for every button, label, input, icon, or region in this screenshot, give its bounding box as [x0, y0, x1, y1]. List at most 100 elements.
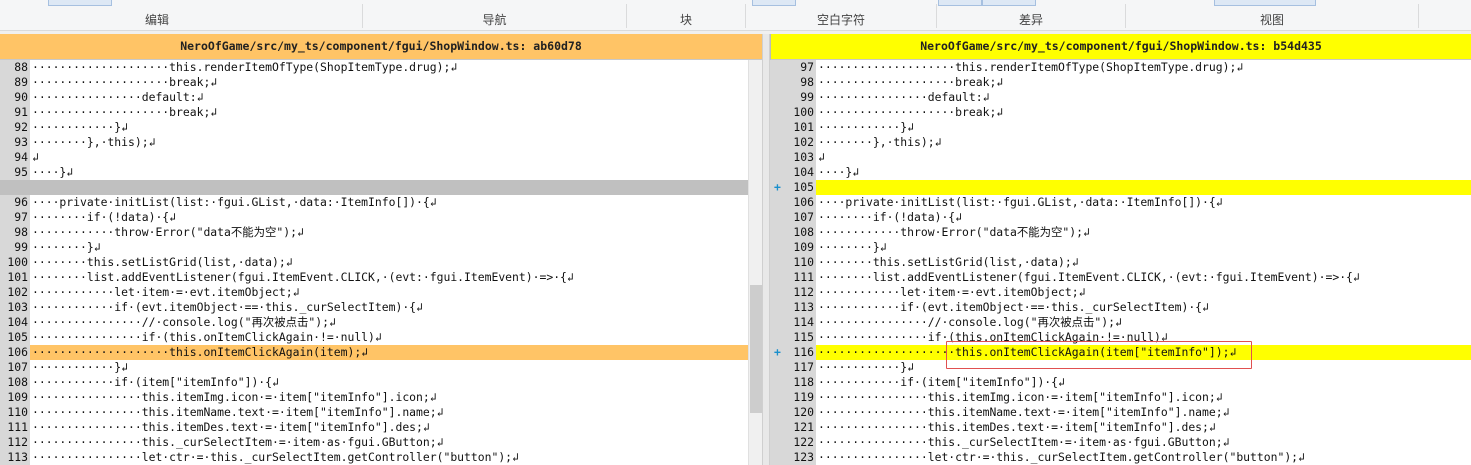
line-code: ················if·(this.onItemClickAgai… [818, 330, 1168, 344]
line-code: ················this._curSelectItem·=·it… [818, 435, 1230, 449]
line-code: ············}↲ [818, 120, 915, 134]
line-number: 103 [0, 300, 30, 315]
code-line[interactable]: 101 ············}↲ [770, 120, 1471, 135]
code-line[interactable]: 95 ····}↲ [0, 165, 762, 180]
line-code: ········list.addEventListener(fgui.ItemE… [818, 270, 1360, 284]
code-line[interactable]: 105 + [770, 180, 1471, 195]
line-code: ········},·this);↲ [818, 135, 942, 149]
line-code: ············if·(evt.itemObject·==·this._… [32, 300, 423, 314]
ribbon-button-diff-a[interactable] [938, 0, 982, 6]
code-line[interactable]: 121 ················this.itemDes.text·=·i… [770, 420, 1471, 435]
line-code: ················this.itemDes.text·=·item… [32, 420, 430, 434]
code-line[interactable]: 90 ················default:↲ [0, 90, 762, 105]
code-line[interactable]: 111 ········list.addEventListener(fgui.It… [770, 270, 1471, 285]
line-number: 110 [770, 255, 816, 270]
code-line[interactable]: 104 ················//·console.log("再次被点击… [0, 315, 762, 330]
ribbon-button-diff-b[interactable] [982, 0, 1036, 6]
right-code-lines[interactable]: 97 ····················this.renderItemOfT… [770, 60, 1471, 465]
line-number: 107 [0, 360, 30, 375]
code-line[interactable]: 112 ············let·item·=·evt.itemObject… [770, 285, 1471, 300]
left-code-lines[interactable]: 88 ····················this.renderItemOfT… [0, 60, 762, 465]
line-number: 99 [770, 90, 816, 105]
code-line[interactable]: 107 ············}↲ [0, 360, 762, 375]
code-line[interactable] [0, 180, 762, 195]
code-line[interactable]: 112 ················this._curSelectItem·=… [0, 435, 762, 450]
code-line[interactable]: 103 ↲ [770, 150, 1471, 165]
code-line[interactable]: 105 ················if·(this.onItemClickA… [0, 330, 762, 345]
pane-splitter[interactable] [762, 34, 770, 465]
code-line[interactable]: 96 ····private·initList(list:·fgui.GList,… [0, 195, 762, 210]
line-code: ············if·(item["itemInfo"])·{↲ [32, 375, 279, 389]
line-code: ········list.addEventListener(fgui.ItemE… [32, 270, 574, 284]
line-number: 100 [0, 255, 30, 270]
code-line[interactable]: 102 ············let·item·=·evt.itemObject… [0, 285, 762, 300]
code-line[interactable]: 98 ····················break;↲ [770, 75, 1471, 90]
code-line[interactable]: 93 ········},·this);↲ [0, 135, 762, 150]
line-code: ····················this.onItemClickAgai… [818, 345, 1237, 359]
code-line[interactable]: 92 ············}↲ [0, 120, 762, 135]
line-code: ················if·(this.onItemClickAgai… [32, 330, 382, 344]
line-code: ············}↲ [818, 360, 915, 374]
code-line[interactable]: 110 ················this.itemName.text·=·… [0, 405, 762, 420]
code-line[interactable]: 94 ↲ [0, 150, 762, 165]
line-number: 122 [770, 435, 816, 450]
code-line[interactable]: 111 ················this.itemDes.text·=·i… [0, 420, 762, 435]
added-line-marker-icon: + [774, 180, 781, 194]
line-number: 95 [0, 165, 30, 180]
code-line[interactable]: 114 ················//·console.log("再次被点击… [770, 315, 1471, 330]
code-line[interactable]: 89 ····················break;↲ [0, 75, 762, 90]
line-number: 115 [770, 330, 816, 345]
code-line[interactable]: 109 ········}↲ [770, 240, 1471, 255]
code-line[interactable]: 99 ················default:↲ [770, 90, 1471, 105]
code-line[interactable]: 113 ············if·(evt.itemObject·==·thi… [770, 300, 1471, 315]
code-line[interactable]: 107 ········if·(!data)·{↲ [770, 210, 1471, 225]
code-line[interactable]: 106 ····················this.onItemClickA… [0, 345, 762, 360]
code-line[interactable]: 97 ········if·(!data)·{↲ [0, 210, 762, 225]
line-number: 104 [770, 165, 816, 180]
code-line[interactable]: 115 ················if·(this.onItemClickA… [770, 330, 1471, 345]
code-line[interactable]: 108 ············if·(item["itemInfo"])·{↲ [0, 375, 762, 390]
left-diff-pane[interactable]: NeroOfGame/src/my_ts/component/fgui/Shop… [0, 34, 762, 465]
code-line[interactable]: 101 ········list.addEventListener(fgui.It… [0, 270, 762, 285]
right-file-title: NeroOfGame/src/my_ts/component/fgui/Shop… [770, 34, 1471, 60]
code-line[interactable]: 97 ····················this.renderItemOfT… [770, 60, 1471, 75]
code-line[interactable]: 109 ················this.itemImg.icon·=·i… [0, 390, 762, 405]
line-code: ············let·item·=·evt.itemObject;↲ [32, 285, 300, 299]
code-line[interactable]: 110 ········this.setListGrid(list,·data);… [770, 255, 1471, 270]
line-code: ········}↲ [818, 240, 887, 254]
right-diff-pane[interactable]: NeroOfGame/src/my_ts/component/fgui/Shop… [770, 34, 1471, 465]
code-line[interactable]: 98 ············throw·Error("data不能为空");↲ [0, 225, 762, 240]
code-line[interactable]: 117 ············}↲ [770, 360, 1471, 375]
code-line[interactable]: 100 ········this.setListGrid(list,·data);… [0, 255, 762, 270]
code-line[interactable]: 102 ········},·this);↲ [770, 135, 1471, 150]
code-line[interactable]: 122 ················this._curSelectItem·=… [770, 435, 1471, 450]
code-line[interactable]: 119 ················this.itemImg.icon·=·i… [770, 390, 1471, 405]
line-code: ····}↲ [818, 165, 860, 179]
code-line[interactable]: 113 ················let·ctr·=·this._curSe… [0, 450, 762, 465]
code-line[interactable]: 104 ····}↲ [770, 165, 1471, 180]
ribbon-button-view[interactable] [1214, 0, 1316, 6]
code-line[interactable]: 108 ············throw·Error("data不能为空");↲ [770, 225, 1471, 240]
code-line[interactable]: 106 ····private·initList(list:·fgui.GList… [770, 195, 1471, 210]
line-number: 106 [770, 195, 816, 210]
line-number: 90 [0, 90, 30, 105]
line-number: 88 [0, 60, 30, 75]
line-code: ············}↲ [32, 120, 129, 134]
code-line[interactable]: 118 ············if·(item["itemInfo"])·{↲ [770, 375, 1471, 390]
ribbon-button-edit[interactable] [48, 0, 112, 6]
code-line[interactable]: 123 ················let·ctr·=·this._curSe… [770, 450, 1471, 465]
code-line[interactable]: 88 ····················this.renderItemOfT… [0, 60, 762, 75]
line-code: ············if·(evt.itemObject·==·this._… [818, 300, 1209, 314]
code-line[interactable]: 99 ········}↲ [0, 240, 762, 255]
line-number: 108 [0, 375, 30, 390]
left-vertical-scrollbar[interactable] [748, 60, 762, 465]
line-number: 112 [0, 435, 30, 450]
code-line[interactable]: 116 + ····················this.onItemClick… [770, 345, 1471, 360]
code-line[interactable]: 91 ····················break;↲ [0, 105, 762, 120]
code-line[interactable]: 100 ····················break;↲ [770, 105, 1471, 120]
code-line[interactable]: 103 ············if·(evt.itemObject·==·thi… [0, 300, 762, 315]
left-scroll-thumb[interactable] [750, 285, 762, 413]
code-line[interactable]: 120 ················this.itemName.text·=·… [770, 405, 1471, 420]
line-number: 99 [0, 240, 30, 255]
ribbon-button-whitespace[interactable] [752, 0, 796, 6]
